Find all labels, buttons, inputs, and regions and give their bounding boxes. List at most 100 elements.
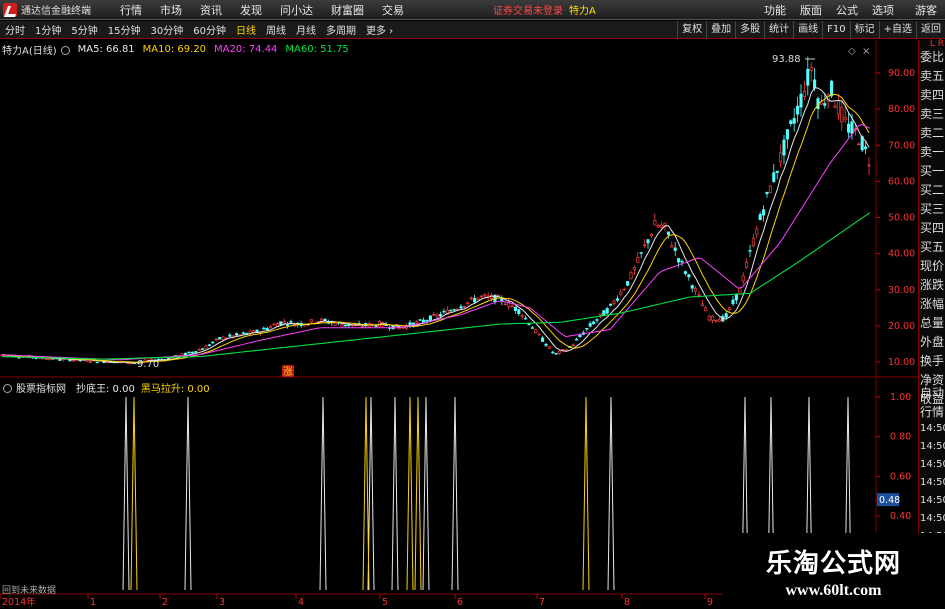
app-name: 通达信金融终端 — [21, 6, 91, 17]
period-4[interactable]: 30分钟 — [145, 22, 188, 37]
tick-time-5: 14:50 — [920, 513, 945, 524]
tick-time-2: 14:50 — [920, 459, 945, 470]
candle-body-194 — [660, 224, 664, 228]
tool-button-8[interactable]: 返回 — [916, 21, 945, 39]
menu-item-6[interactable]: 交易 — [373, 2, 413, 18]
candle-body-150 — [510, 305, 514, 308]
candle-body-224 — [762, 209, 766, 216]
candle-body-219 — [745, 262, 749, 268]
close-panel-icon: × — [862, 46, 870, 57]
candle-body-138 — [469, 297, 473, 300]
right-menu-item-3[interactable]: 选项 — [865, 2, 901, 18]
candle-body-192 — [653, 219, 657, 226]
price-tick-label-6: 70.00 — [888, 140, 915, 151]
candle-body-77 — [262, 327, 266, 330]
period-0[interactable]: 分时 — [0, 22, 30, 37]
spike-chaodiwang-5 — [422, 396, 430, 591]
menu-item-5[interactable]: 财富圈 — [322, 2, 373, 18]
tool-button-4[interactable]: 画线 — [793, 21, 822, 39]
menu-item-0[interactable]: 行情 — [111, 2, 151, 18]
auto-quote-0[interactable]: 自动 — [919, 384, 945, 403]
tool-button-3[interactable]: 统计 — [764, 21, 793, 39]
candle-body-128 — [435, 314, 439, 318]
ind-tick-label-1: 0.80 — [890, 432, 911, 443]
tick-time-3: 14:50 — [920, 477, 945, 488]
period-9[interactable]: 多周期 — [321, 22, 361, 37]
period-2[interactable]: 5分钟 — [66, 22, 102, 37]
more-periods-button[interactable]: 更多 › — [361, 22, 398, 37]
right-menu-item-0[interactable]: 功能 — [757, 2, 793, 18]
candle-body-133 — [452, 309, 456, 311]
period-buttons: 分时 1分钟 5分钟 15分钟 30分钟 60分钟 日线 周线 月线 多周期 — [0, 22, 361, 37]
indicator-name[interactable]: 股票指标网 — [16, 380, 66, 395]
watermark-url: www.60lt.com — [785, 581, 882, 599]
candle-body-186 — [632, 266, 636, 270]
spike-heima-4 — [582, 396, 590, 591]
tool-button-1[interactable]: 叠加 — [706, 21, 735, 39]
spike-chaodiwang-4 — [391, 396, 399, 591]
current-value-label: 0.48 — [879, 495, 900, 506]
candle-body-141 — [479, 295, 483, 298]
candle-body-61 — [207, 344, 211, 347]
candle-body-223 — [758, 214, 762, 221]
settings-circle-icon[interactable] — [60, 45, 70, 55]
candle-body-163 — [554, 352, 558, 355]
candle-body-55 — [187, 351, 191, 354]
auto-quote: 自动 行情 — [919, 384, 945, 422]
login-notice[interactable]: 证券交易未登录 — [493, 2, 563, 17]
candle-body-60 — [204, 345, 208, 349]
period-5[interactable]: 60分钟 — [188, 22, 231, 37]
candle-body-220 — [748, 250, 752, 252]
price-tick-label-0: 10.00 — [888, 357, 915, 368]
menu-item-4[interactable]: 问小达 — [271, 2, 322, 18]
indicator-settings-icon[interactable] — [3, 383, 12, 393]
candle-body-17 — [58, 359, 62, 361]
menu-item-1[interactable]: 市场 — [151, 2, 191, 18]
candle-body-160 — [544, 343, 548, 346]
candle-body-239 — [813, 79, 817, 89]
period-8[interactable]: 月线 — [291, 22, 321, 37]
candle-body-83 — [282, 321, 286, 324]
candle-body-124 — [422, 319, 426, 323]
quote-field-10: 买五 — [920, 240, 945, 254]
quote-field-0: 委比 — [920, 50, 945, 64]
candle-body-190 — [646, 239, 650, 244]
right-menu-item-1[interactable]: 版面 — [793, 2, 829, 18]
x-tick-label-3: 3 — [219, 597, 225, 608]
candle-body-216 — [734, 293, 738, 301]
candle-body-245 — [833, 105, 837, 108]
menu-item-3[interactable]: 发现 — [231, 2, 271, 18]
quote-field-12: 涨跌 — [920, 278, 945, 292]
candle-body-199 — [677, 258, 681, 263]
tool-button-6[interactable]: 标记 — [849, 21, 879, 39]
price-tick-label-5: 60.00 — [888, 176, 915, 187]
tick-time-4: 14:50 — [920, 495, 945, 506]
period-3[interactable]: 15分钟 — [103, 22, 146, 37]
tool-button-0[interactable]: 复权 — [677, 21, 706, 39]
period-7[interactable]: 周线 — [261, 22, 291, 37]
period-6[interactable]: 日线 — [231, 22, 261, 37]
candle-body-244 — [830, 80, 834, 97]
x-tick-label-7: 7 — [539, 597, 545, 608]
period-1[interactable]: 1分钟 — [30, 22, 66, 37]
candle-body-187 — [636, 257, 640, 263]
candle-body-26 — [88, 361, 92, 363]
menu-item-2[interactable]: 资讯 — [191, 2, 231, 18]
right-menu-item-2[interactable]: 公式 — [829, 2, 865, 18]
candle-body-183 — [622, 288, 626, 291]
back-to-future-label[interactable]: 回到未来数据 — [2, 583, 56, 596]
tool-button-5[interactable]: F10 — [822, 21, 849, 39]
candle-body-255 — [867, 164, 871, 167]
tool-button-7[interactable]: +自选 — [878, 21, 916, 39]
candle-body-179 — [609, 303, 613, 306]
tool-button-2[interactable]: 多股 — [735, 21, 764, 39]
ma-value-2: MA20: 74.44 — [214, 43, 278, 55]
quote-field-9: 买四 — [920, 221, 945, 235]
quote-field-6: 买一 — [920, 164, 945, 178]
ma-value-0: MA5: 66.81 — [77, 43, 135, 55]
kline-chart-area[interactable]: 10.00 20.00 30.00 40.00 50.00 60.00 70.00 80.00… — [0, 40, 918, 609]
candle-body-236 — [802, 90, 806, 97]
guest-button[interactable]: 游客 — [915, 2, 937, 18]
candle-body-98 — [333, 322, 337, 326]
candle-body-252 — [857, 143, 861, 146]
